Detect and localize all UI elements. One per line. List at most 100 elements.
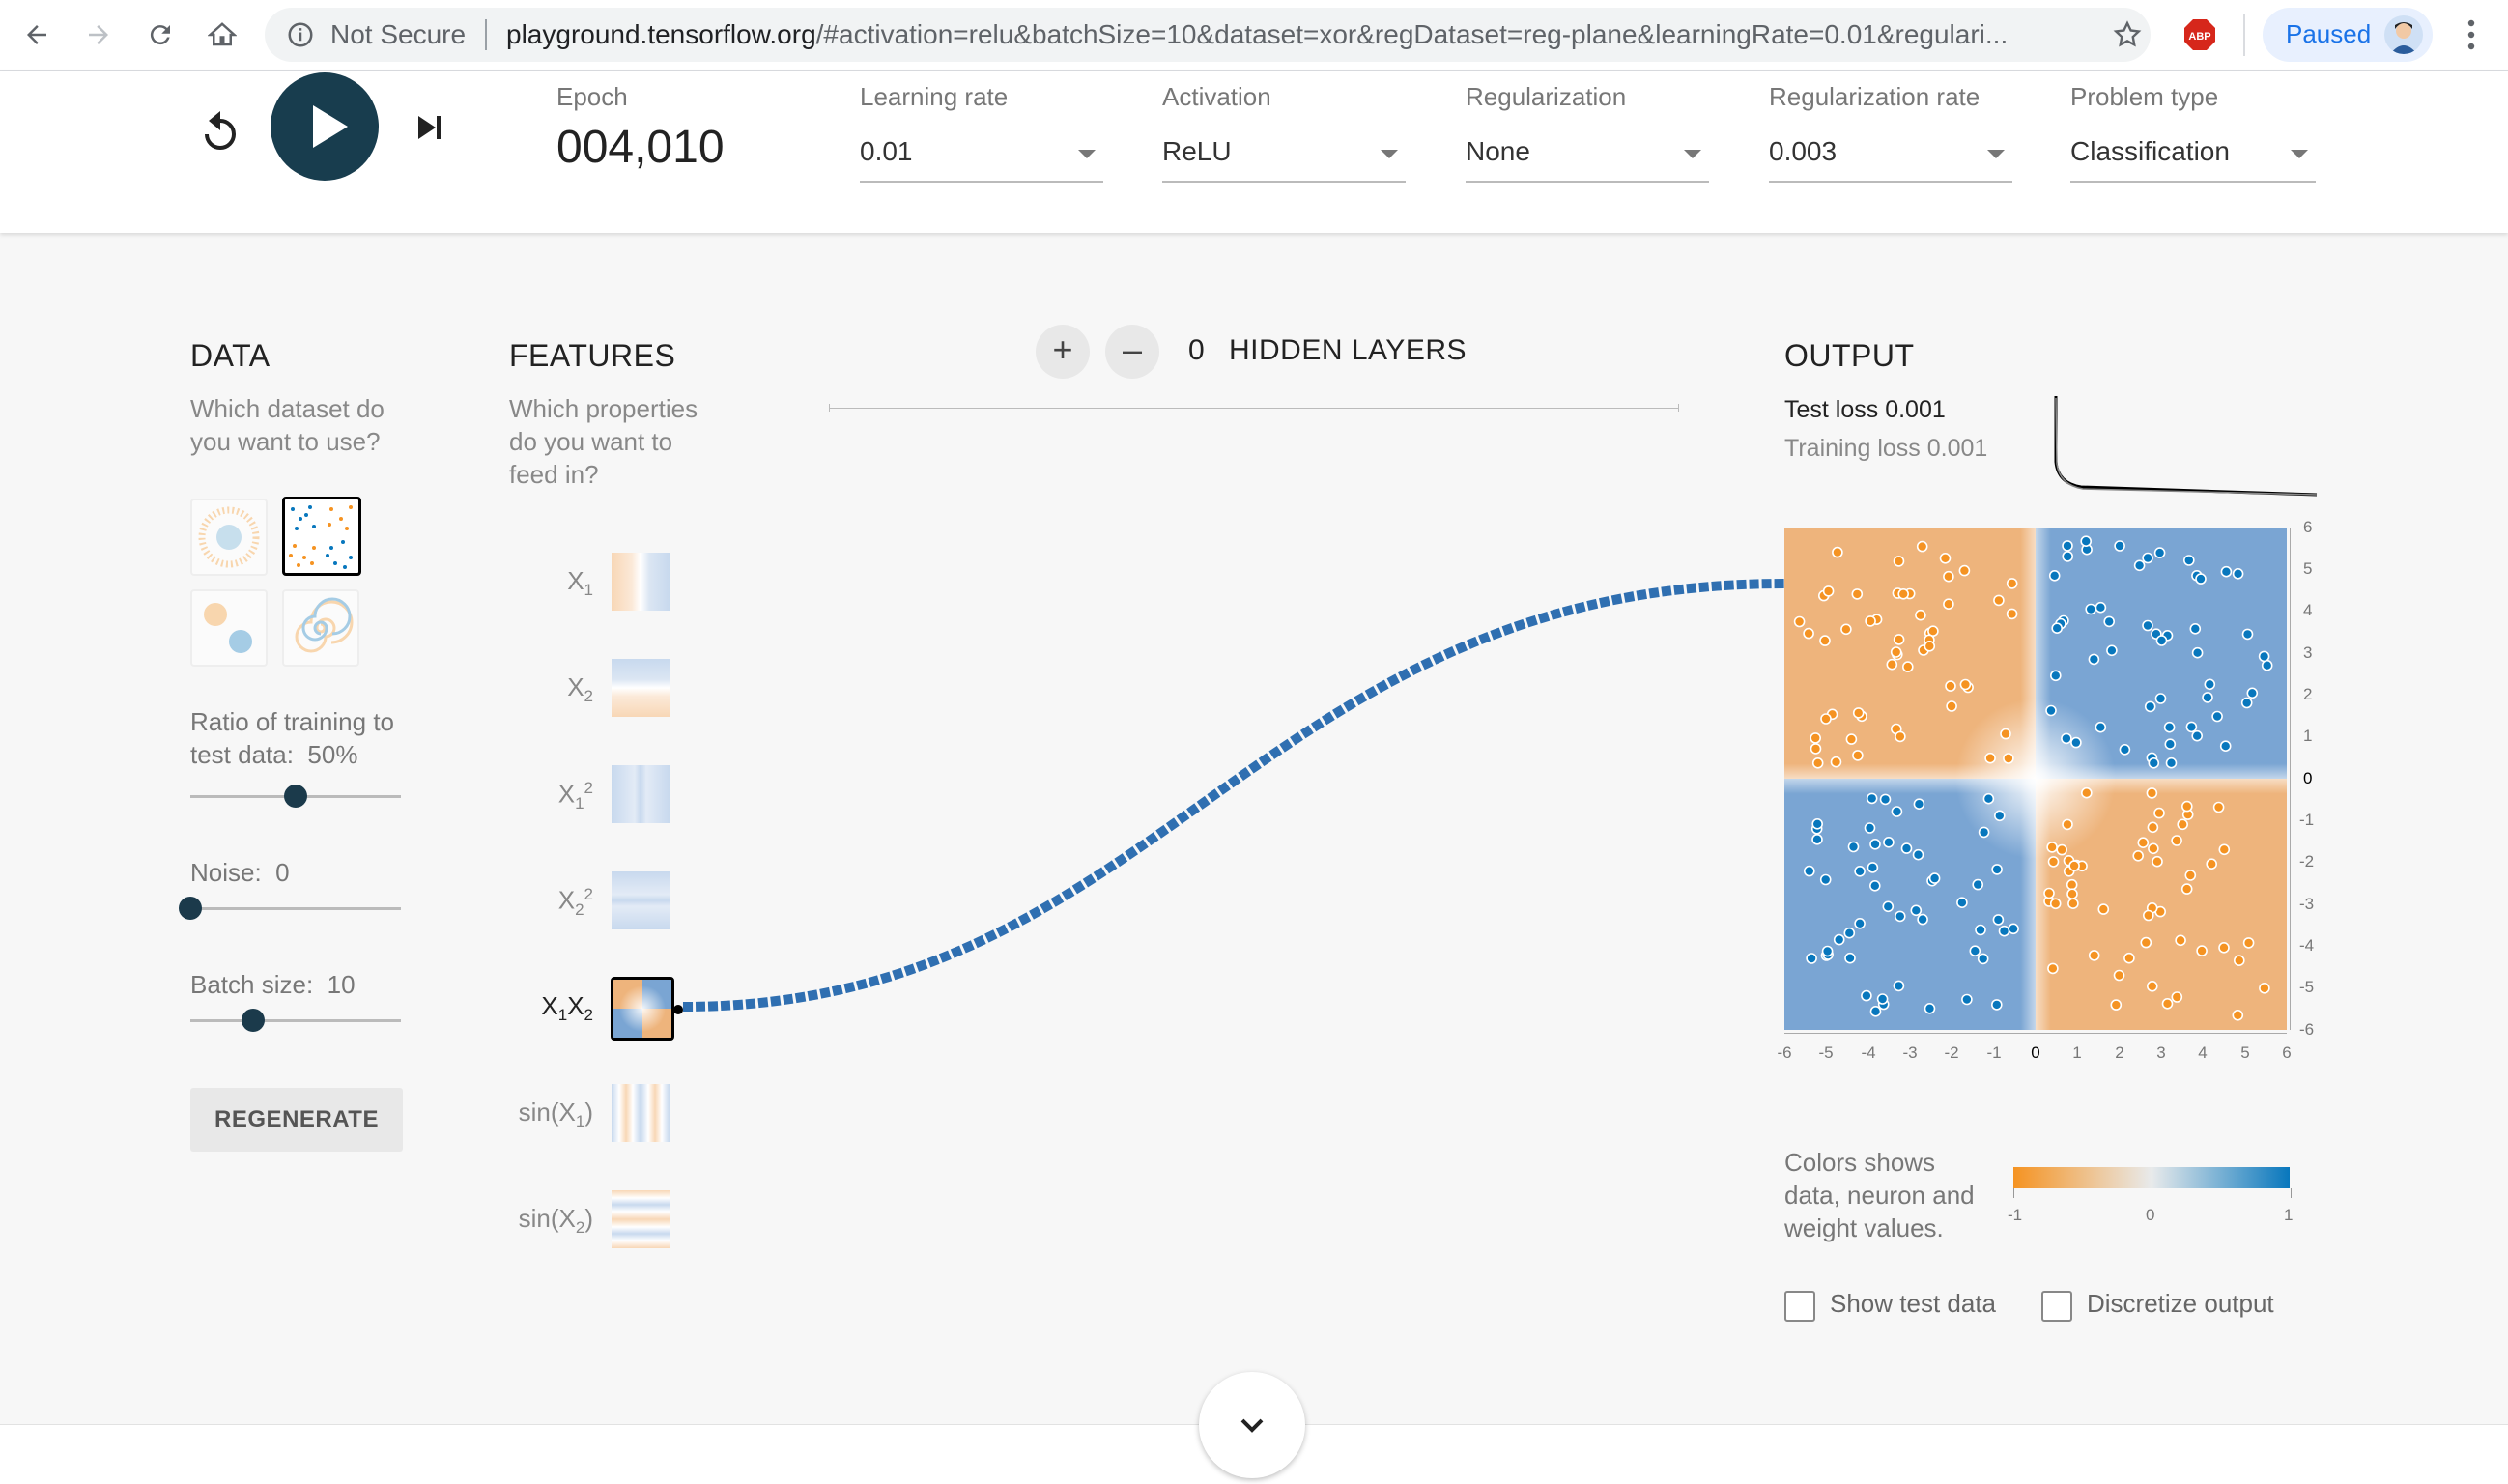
data-point <box>2049 898 2062 910</box>
discretize-output-checkbox[interactable] <box>2041 1291 2072 1322</box>
data-point <box>2080 786 2093 799</box>
data-point <box>1993 594 2005 607</box>
data-point <box>2191 729 2204 742</box>
data-point <box>2095 601 2107 614</box>
data-point <box>2008 923 2019 935</box>
data-point <box>1869 1005 1882 1017</box>
data-point <box>1811 817 1824 830</box>
data-point <box>1844 952 1856 964</box>
x-tick: 1 <box>2072 1043 2082 1062</box>
data-point <box>2189 623 2202 635</box>
y-axis-line <box>2290 528 2291 1030</box>
data-point <box>1886 658 1898 671</box>
data-point <box>1861 989 1872 1002</box>
data-point <box>1847 841 1860 853</box>
data-point <box>1956 897 1968 909</box>
data-point <box>1897 588 1909 600</box>
color-scale-bar <box>2013 1167 2290 1188</box>
data-point <box>1910 904 1923 917</box>
scroll-down-button[interactable] <box>1199 1372 1305 1478</box>
output-title: OUTPUT <box>1784 338 1915 373</box>
data-point <box>1915 609 1926 621</box>
data-point <box>1943 598 1954 610</box>
x-tick: 3 <box>2156 1043 2166 1062</box>
y-tick: -6 <box>2299 1020 2315 1039</box>
data-point <box>1945 680 1956 692</box>
data-point <box>1924 641 1936 652</box>
data-point <box>2240 697 2253 709</box>
y-tick: -1 <box>2299 811 2315 829</box>
data-point <box>2233 955 2245 967</box>
data-point <box>2088 950 2100 961</box>
data-point <box>1893 634 1905 645</box>
data-point <box>1998 925 2010 937</box>
data-point <box>2062 818 2073 831</box>
data-point <box>1969 945 1981 957</box>
data-point <box>2184 870 2197 881</box>
data-point <box>2066 888 2078 900</box>
data-point <box>1902 661 1914 672</box>
data-point <box>1890 646 1902 658</box>
data-point <box>2095 721 2107 733</box>
data-point <box>2152 855 2163 868</box>
data-point <box>2047 856 2060 868</box>
scale-max-label: 1 <box>2284 1206 2294 1224</box>
x-tick: 2 <box>2115 1043 2124 1062</box>
data-point <box>2171 991 2183 1003</box>
data-point <box>1876 993 1889 1005</box>
data-point <box>1924 1002 1936 1014</box>
data-point <box>1917 913 1928 926</box>
data-point <box>1891 806 1903 817</box>
discretize-output-label[interactable]: Discretize output <box>2087 1289 2274 1319</box>
data-point <box>2177 818 2189 831</box>
data-point <box>2046 842 2058 853</box>
x-tick: -3 <box>1902 1043 1918 1062</box>
data-point <box>1912 848 1924 861</box>
data-point <box>1852 707 1865 719</box>
data-point <box>1975 924 1986 936</box>
data-point <box>1832 546 1843 558</box>
data-point <box>1840 623 1852 636</box>
y-tick: -5 <box>2299 978 2315 996</box>
data-point <box>2062 551 2074 562</box>
data-point <box>2191 646 2204 659</box>
data-point <box>2045 704 2057 717</box>
data-point <box>1803 865 1815 877</box>
scale-mid-label: 0 <box>2146 1206 2155 1224</box>
y-tick: 2 <box>2303 685 2313 703</box>
data-point <box>2219 740 2232 752</box>
data-point <box>2132 849 2145 862</box>
data-point <box>2056 843 2068 856</box>
data-point <box>2068 860 2080 871</box>
output-heatmap[interactable] <box>1784 528 2287 1030</box>
weight-link[interactable] <box>682 579 1786 1012</box>
data-point <box>1882 900 1895 913</box>
data-point <box>2080 535 2093 547</box>
data-point <box>2259 982 2270 994</box>
data-point <box>1958 564 1971 577</box>
data-point <box>1803 627 1814 640</box>
data-point <box>2006 608 2018 620</box>
data-point <box>1866 792 1878 805</box>
data-point <box>2146 787 2158 799</box>
data-point <box>1830 756 1842 768</box>
color-scale-ticks <box>2013 1188 2292 1198</box>
data-point <box>1852 750 1864 761</box>
show-test-data-label[interactable]: Show test data <box>1830 1289 1996 1319</box>
data-point <box>1972 878 1983 891</box>
data-point <box>2070 736 2082 749</box>
data-point <box>2163 721 2176 733</box>
show-test-data-checkbox[interactable] <box>1784 1291 1815 1322</box>
data-point <box>1869 838 1881 850</box>
data-point <box>2047 962 2059 975</box>
data-point <box>1865 615 1876 627</box>
data-point <box>1822 585 1835 597</box>
data-point <box>1928 872 1941 884</box>
x-axis-line <box>1784 1033 2287 1034</box>
data-point <box>1810 743 1822 755</box>
x-tick: -5 <box>1818 1043 1834 1062</box>
loss-sparkline <box>2054 396 2318 497</box>
data-point <box>1982 792 1995 805</box>
data-point <box>2148 757 2160 769</box>
data-point <box>2062 540 2073 552</box>
